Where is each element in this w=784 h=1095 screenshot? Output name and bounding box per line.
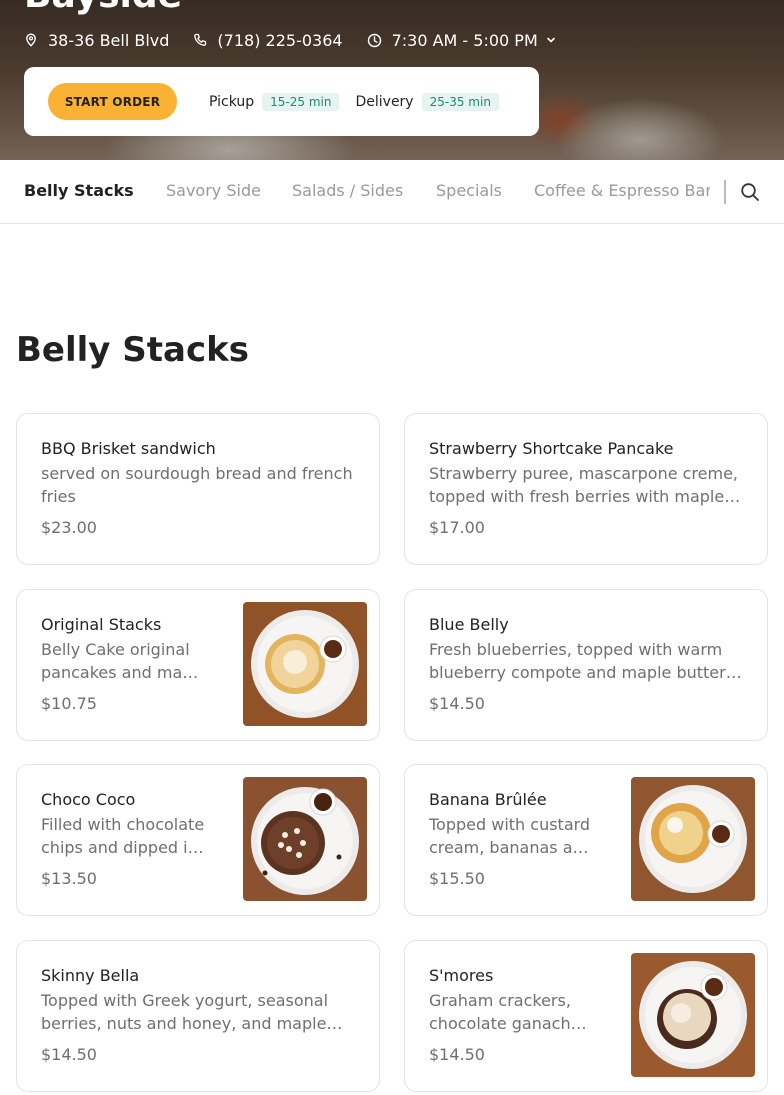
item-price: $23.00 [41,518,97,537]
item-price: $10.75 [41,694,97,713]
item-price: $14.50 [429,694,485,713]
pickup-option[interactable]: Pickup 15-25 min [209,92,340,111]
order-card: START ORDER Pickup 15-25 min Delivery 25… [24,67,539,136]
menu-item-card[interactable]: Banana Brûlée Topped with custard cream,… [404,764,768,916]
hours-text: 7:30 AM - 5:00 PM [391,30,538,50]
item-description: Graham crackers, chocolate ganach… [429,991,587,1033]
item-name: Original Stacks [41,615,162,634]
category-tabs: Belly Stacks Savory Side Salads / Sides … [24,160,710,224]
item-name: Blue Belly [429,615,509,634]
address-text: 38-36 Bell Blvd [48,30,170,50]
menu-item-card[interactable]: Choco Coco Filled with chocolate chips a… [16,764,380,916]
store-info-row: 38-36 Bell Blvd (718) 225-0364 7:30 AM -… [24,30,580,50]
item-name: BBQ Brisket sandwich [41,439,216,458]
delivery-label: Delivery [355,93,414,110]
section-title: Belly Stacks [16,330,249,370]
item-photo [243,602,367,726]
store-address[interactable]: 38-36 Bell Blvd [24,31,169,50]
tab-savory-side[interactable]: Savory Side [166,181,261,201]
tab-specials[interactable]: Specials [436,181,502,201]
item-description: Topped with custard cream, bananas a… [429,815,591,857]
item-photo [243,777,367,901]
chevron-down-icon [546,37,555,43]
tab-salads-sides[interactable]: Salads / Sides [292,181,403,201]
item-name: Strawberry Shortcake Pancake [429,439,674,458]
pickup-eta-badge: 15-25 min [262,92,340,111]
search-button[interactable] [738,180,762,204]
tab-coffee-espresso-bar[interactable]: Coffee & Espresso Bar [534,181,710,201]
item-price: $13.50 [41,869,97,888]
delivery-eta-badge: 25-35 min [421,92,499,111]
item-name: Skinny Bella [41,966,140,985]
store-phone[interactable]: (718) 225-0364 [193,30,343,50]
item-price: $17.00 [429,518,485,537]
nav-divider [724,180,726,204]
item-description: Fresh blueberries, topped with warm blue… [429,640,742,682]
item-photo [631,953,755,1077]
clock-icon [367,33,381,47]
pickup-label: Pickup [209,93,255,110]
category-nav: Belly Stacks Savory Side Salads / Sides … [0,160,784,224]
menu-item-card[interactable]: Blue Belly Fresh blueberries, topped wit… [404,589,768,741]
start-order-button[interactable]: START ORDER [48,83,177,120]
menu-item-card[interactable]: Original Stacks Belly Cake original panc… [16,589,380,741]
menu-item-card[interactable]: BBQ Brisket sandwich served on sourdough… [16,413,380,565]
phone-text: (718) 225-0364 [217,30,343,50]
item-description: Topped with Greek yogurt, seasonal berri… [41,991,343,1033]
search-icon [741,183,759,201]
tab-belly-stacks[interactable]: Belly Stacks [24,181,134,201]
item-name: Banana Brûlée [429,790,547,809]
menu-item-card[interactable]: Strawberry Shortcake Pancake Strawberry … [404,413,768,565]
item-description: served on sourdough bread and french fri… [41,464,353,506]
item-description: Filled with chocolate chips and dipped i… [41,815,205,857]
menu-item-card[interactable]: S'mores Graham crackers, chocolate ganac… [404,940,768,1092]
item-price: $15.50 [429,869,485,888]
item-price: $14.50 [429,1045,485,1064]
phone-icon [194,33,207,46]
item-name: S'mores [429,966,494,985]
map-pin-icon [26,33,36,47]
item-description: Belly Cake original pancakes and ma… [41,640,199,682]
item-photo [631,777,755,901]
item-price: $14.50 [41,1045,97,1064]
delivery-option[interactable]: Delivery 25-35 min [355,92,499,111]
store-name: Bayside [24,0,182,14]
item-name: Choco Coco [41,790,136,809]
item-description: Strawberry puree, mascarpone creme, topp… [429,464,741,506]
store-hours[interactable]: 7:30 AM - 5:00 PM [367,31,556,50]
menu-item-card[interactable]: Skinny Bella Topped with Greek yogurt, s… [16,940,380,1092]
